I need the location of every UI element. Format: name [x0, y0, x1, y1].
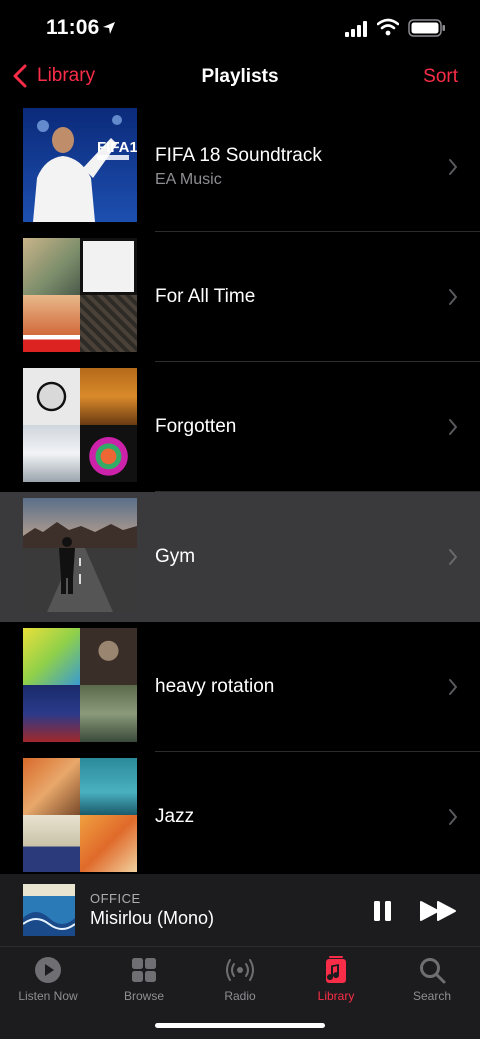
tab-radio[interactable]: Radio — [192, 951, 288, 1003]
tab-label: Listen Now — [18, 989, 78, 1003]
playlist-list: FIFA18 FIFA 18 Soundtrack EA Music For A… — [0, 102, 480, 874]
playlist-row[interactable]: Jazz — [0, 752, 480, 874]
sort-button[interactable]: Sort — [423, 66, 458, 88]
playlist-title: heavy rotation — [155, 676, 275, 697]
playlist-row[interactable]: Gym — [0, 492, 480, 622]
status-time: 11:06 — [46, 16, 100, 39]
play-circle-icon — [35, 957, 61, 983]
playlist-artwork — [23, 368, 137, 482]
nav-bar: Library Playlists Sort — [0, 58, 480, 102]
playlist-artwork — [23, 498, 137, 612]
playlist-artwork — [23, 628, 137, 742]
status-bar: 11:06 — [0, 0, 480, 58]
radio-icon — [226, 959, 254, 981]
cellular-signal-icon — [345, 21, 367, 37]
tab-library[interactable]: Library — [288, 951, 384, 1003]
skip-forward-button[interactable] — [420, 900, 458, 922]
playlist-artwork — [23, 238, 137, 352]
playlist-artwork — [23, 758, 137, 872]
tab-browse[interactable]: Browse — [96, 951, 192, 1003]
tab-label: Browse — [123, 989, 164, 1003]
playlist-row[interactable]: FIFA18 FIFA 18 Soundtrack EA Music — [0, 102, 480, 232]
page-title: Playlists — [201, 66, 279, 87]
wifi-icon — [377, 18, 399, 36]
grid-icon — [132, 958, 156, 982]
chevron-right-icon — [449, 809, 457, 825]
home-indicator[interactable] — [155, 1023, 325, 1028]
playlist-artwork: FIFA18 — [23, 108, 137, 222]
playlist-title: For All Time — [155, 286, 256, 307]
search-icon — [420, 958, 446, 984]
chevron-right-icon — [449, 159, 457, 175]
location-arrow-icon — [103, 22, 115, 34]
playlist-row[interactable]: For All Time — [0, 232, 480, 362]
playlist-title: FIFA 18 Soundtrack — [155, 145, 322, 166]
chevron-right-icon — [449, 549, 457, 565]
mini-player[interactable]: OFFICE Misirlou (Mono) — [0, 874, 480, 946]
tab-label: Library — [317, 989, 355, 1003]
battery-icon — [408, 19, 445, 37]
tab-search[interactable]: Search — [384, 951, 480, 1003]
now-playing-source: OFFICE — [90, 891, 141, 906]
now-playing-title: Misirlou (Mono) — [90, 908, 215, 928]
tab-label: Radio — [224, 989, 256, 1003]
music-note-icon — [326, 956, 346, 983]
chevron-right-icon — [449, 419, 457, 435]
playlist-title: Jazz — [155, 806, 195, 827]
now-playing-artwork — [23, 884, 75, 936]
playlist-title: Gym — [155, 546, 196, 567]
playlist-row[interactable]: heavy rotation — [0, 622, 480, 752]
chevron-right-icon — [449, 289, 457, 305]
tab-label: Search — [412, 989, 452, 1003]
tab-listen-now[interactable]: Listen Now — [0, 951, 96, 1003]
playlist-subtitle: EA Music — [155, 171, 222, 188]
svg-text:FIFA18: FIFA18 — [97, 139, 137, 156]
pause-button[interactable] — [372, 900, 394, 922]
playlist-title: Forgotten — [155, 416, 237, 437]
chevron-right-icon — [449, 679, 457, 695]
playlist-row[interactable]: Forgotten — [0, 362, 480, 492]
